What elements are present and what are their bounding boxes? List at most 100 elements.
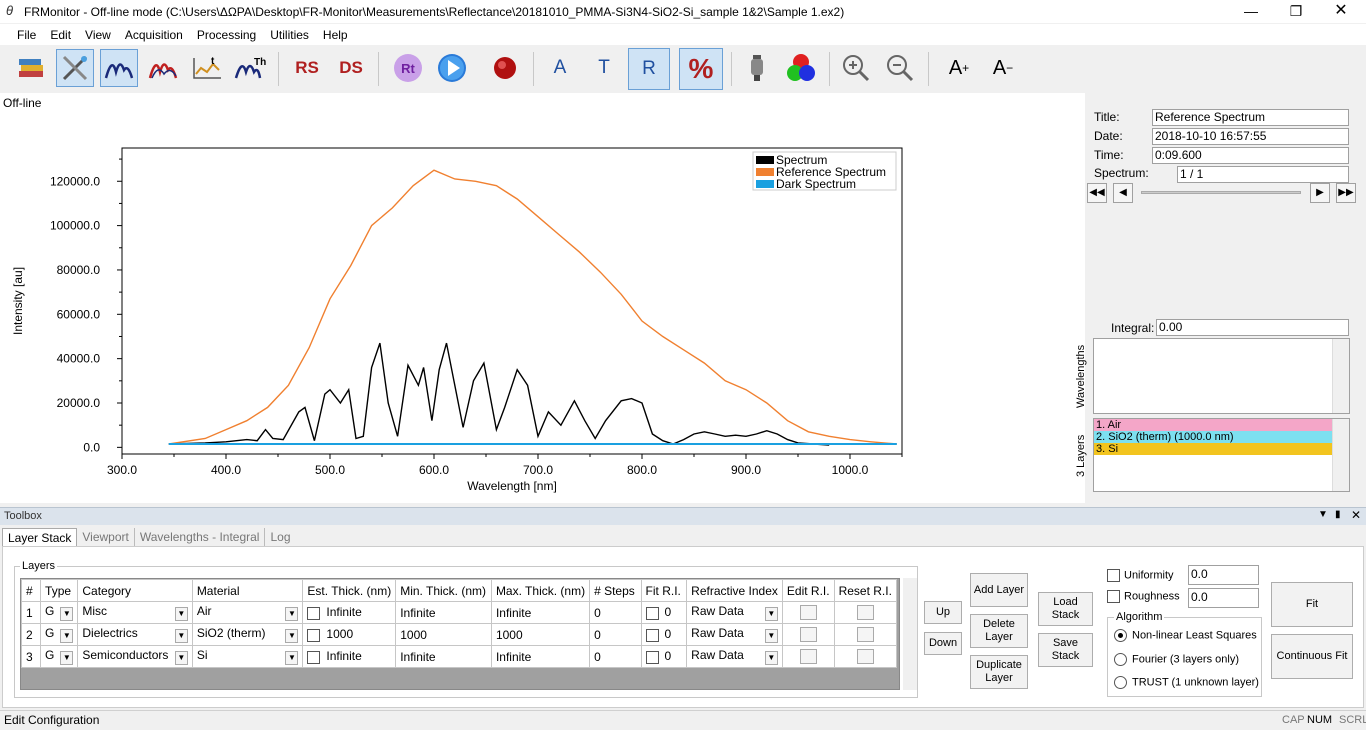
- percent-button[interactable]: %: [679, 48, 723, 90]
- table-row[interactable]: 3 G ▼ Semiconductors ▼ Si ▼ Infinite Infinite Inf…: [20, 645, 898, 668]
- edit-ri-cell[interactable]: [781, 645, 835, 668]
- material-cell[interactable]: SiO2 (therm) ▼: [191, 623, 304, 646]
- algo-nlls-radio[interactable]: Non-linear Least Squares: [1114, 629, 1257, 642]
- edit-ri-cell[interactable]: [781, 623, 835, 646]
- spectrum-view-icon[interactable]: [100, 49, 138, 87]
- dropdown-arrow-icon[interactable]: ▼: [60, 629, 74, 643]
- table-row[interactable]: 2 G ▼ Dielectrics ▼ SiO2 (therm) ▼ 1000 1000 1000…: [20, 623, 898, 646]
- ri-cell[interactable]: Raw Data ▼: [686, 601, 783, 624]
- duplicate-layer-button[interactable]: Duplicate Layer: [970, 655, 1028, 689]
- spectrum-field[interactable]: 1 / 1: [1177, 166, 1349, 183]
- up-button[interactable]: Up: [924, 601, 962, 624]
- time-field[interactable]: 0:09.600: [1152, 147, 1349, 164]
- rt-button[interactable]: Rt: [389, 49, 427, 87]
- edit-ri-cell[interactable]: [781, 601, 835, 624]
- dropdown-arrow-icon[interactable]: ▼: [764, 607, 778, 621]
- record-icon[interactable]: [486, 49, 524, 87]
- zoom-in-icon[interactable]: [837, 49, 875, 87]
- layers-list[interactable]: 1. Air 2. SiO2 (therm) (1000.0 nm) 3. Si: [1093, 418, 1350, 492]
- add-layer-button[interactable]: Add Layer: [970, 573, 1028, 607]
- dropdown-arrow-icon[interactable]: ▼: [764, 651, 778, 665]
- type-cell[interactable]: G ▼: [40, 601, 79, 624]
- prev-icon[interactable]: ◀: [1113, 183, 1133, 203]
- delete-layer-button[interactable]: Delete Layer: [970, 614, 1028, 648]
- fit-ri-checkbox[interactable]: [645, 650, 659, 664]
- font-decrease-button[interactable]: A −: [984, 49, 1022, 87]
- time-plot-icon[interactable]: t: [188, 49, 226, 87]
- type-cell[interactable]: G ▼: [40, 645, 79, 668]
- edit-ri-button[interactable]: [799, 627, 817, 643]
- dropdown-arrow-icon[interactable]: ▼: [174, 629, 188, 643]
- category-cell[interactable]: Semiconductors ▼: [77, 645, 193, 668]
- close-button[interactable]: ✕: [1318, 0, 1364, 23]
- spectrum-slider[interactable]: [1141, 191, 1301, 194]
- down-button[interactable]: Down: [924, 632, 962, 655]
- layer-list-item[interactable]: 3. Si: [1094, 443, 1333, 455]
- edit-ri-button[interactable]: [799, 649, 817, 665]
- reset-ri-cell[interactable]: [833, 601, 898, 624]
- est-thick-cell[interactable]: Infinite: [302, 601, 397, 624]
- lamp-icon[interactable]: [738, 49, 776, 87]
- menu-help[interactable]: Help: [316, 25, 355, 45]
- ri-cell[interactable]: Raw Data ▼: [686, 645, 783, 668]
- category-cell[interactable]: Misc ▼: [77, 601, 193, 624]
- reflectance-view-icon[interactable]: [144, 49, 182, 87]
- thickness-plot-icon[interactable]: Th: [232, 49, 270, 87]
- roughness-checkbox[interactable]: Roughness: [1107, 590, 1180, 603]
- wavelengths-scrollbar[interactable]: [1332, 339, 1349, 413]
- fit-ri-cell[interactable]: 0: [640, 623, 688, 646]
- min-thick-cell[interactable]: Infinite: [395, 645, 492, 668]
- type-cell[interactable]: G ▼: [40, 623, 79, 646]
- menu-processing[interactable]: Processing: [190, 25, 263, 45]
- min-thick-cell[interactable]: Infinite: [395, 601, 492, 624]
- max-thick-cell[interactable]: 1000: [490, 623, 591, 646]
- layer-list-item[interactable]: 2. SiO2 (therm) (1000.0 nm): [1094, 431, 1333, 443]
- tab-wavelengths-integral[interactable]: Wavelengths - Integral: [135, 528, 266, 546]
- steps-cell[interactable]: 0: [589, 601, 642, 624]
- dropdown-arrow-icon[interactable]: ▼: [285, 629, 299, 643]
- minimize-button[interactable]: —: [1228, 0, 1274, 23]
- grid-scrollbar[interactable]: [903, 578, 917, 690]
- algo-fourier-radio[interactable]: Fourier (3 layers only): [1114, 653, 1239, 666]
- wavelengths-list[interactable]: [1093, 338, 1350, 414]
- fit-ri-cell[interactable]: 0: [640, 645, 688, 668]
- absorbance-button[interactable]: A: [541, 49, 579, 87]
- transmittance-button[interactable]: T: [585, 49, 623, 87]
- material-cell[interactable]: Air ▼: [191, 601, 304, 624]
- menu-utilities[interactable]: Utilities: [263, 25, 316, 45]
- edit-ri-button[interactable]: [799, 605, 817, 621]
- date-field[interactable]: 2018-10-10 16:57:55: [1152, 128, 1349, 145]
- reflectance-button[interactable]: R: [628, 48, 670, 90]
- font-increase-button[interactable]: A +: [940, 49, 978, 87]
- maximize-button[interactable]: ❐: [1273, 0, 1319, 23]
- max-thick-cell[interactable]: Infinite: [490, 601, 591, 624]
- integral-field[interactable]: 0.00: [1156, 319, 1349, 336]
- dropdown-arrow-icon[interactable]: ▼: [285, 651, 299, 665]
- est-thick-checkbox[interactable]: [307, 606, 321, 620]
- dropdown-arrow-icon[interactable]: ▼: [764, 629, 778, 643]
- uniformity-checkbox[interactable]: Uniformity: [1107, 569, 1174, 582]
- material-cell[interactable]: Si ▼: [191, 645, 304, 668]
- reset-ri-cell[interactable]: [833, 623, 898, 646]
- continuous-fit-button[interactable]: Continuous Fit: [1271, 634, 1353, 679]
- save-stack-button[interactable]: Save Stack: [1038, 633, 1093, 667]
- max-thick-cell[interactable]: Infinite: [490, 645, 591, 668]
- books-icon[interactable]: [12, 49, 50, 87]
- min-thick-cell[interactable]: 1000: [395, 623, 492, 646]
- fit-ri-checkbox[interactable]: [645, 606, 659, 620]
- spectrum-chart[interactable]: 300.0 400.0 500.0 600.0 700.0 800.0 900.0 1000.…: [0, 93, 1085, 503]
- layers-grid[interactable]: # Type Category Material Est. Thick. (nm) Min…: [20, 578, 900, 690]
- load-stack-button[interactable]: Load Stack: [1038, 592, 1093, 626]
- menu-view[interactable]: View: [78, 25, 118, 45]
- layer-list-item[interactable]: 1. Air: [1094, 419, 1333, 431]
- reset-ri-button[interactable]: [856, 627, 874, 643]
- play-icon[interactable]: [433, 49, 471, 87]
- uniformity-field[interactable]: 0.0: [1188, 565, 1259, 585]
- algo-trust-radio[interactable]: TRUST (1 unknown layer): [1114, 676, 1259, 689]
- layers-scrollbar[interactable]: [1332, 419, 1349, 491]
- fit-ri-cell[interactable]: 0: [640, 601, 688, 624]
- pin-icon[interactable]: ▮: [1335, 509, 1341, 520]
- dropdown-arrow-icon[interactable]: ▼: [174, 607, 188, 621]
- menu-edit[interactable]: Edit: [43, 25, 78, 45]
- fit-button[interactable]: Fit: [1271, 582, 1353, 627]
